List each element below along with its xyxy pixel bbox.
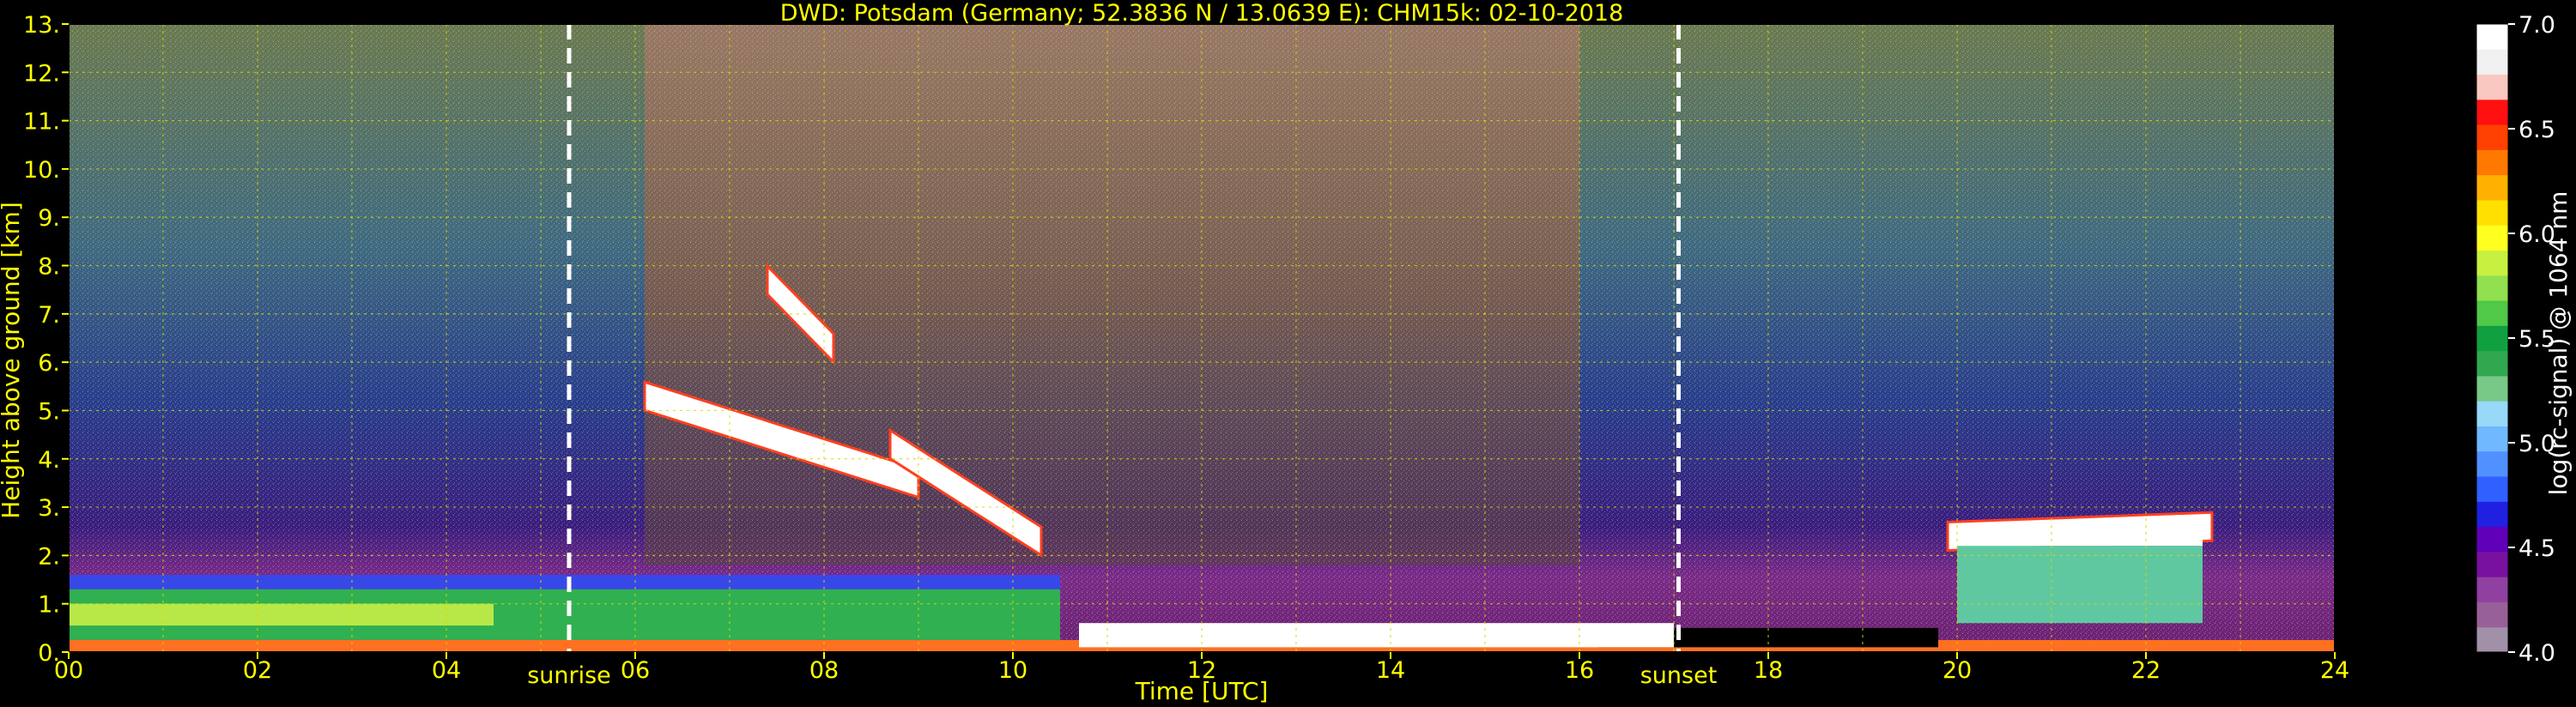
colorbar-segment	[2476, 275, 2508, 301]
boundary-layer-top	[69, 574, 1060, 592]
colorbar-label: log(rc-signal) @ 1064 nm	[2544, 191, 2573, 496]
y-tick-label: 9.	[38, 205, 60, 232]
plot-area	[69, 24, 2335, 652]
colorbar-segment	[2476, 551, 2508, 577]
colorbar-segment	[2476, 626, 2508, 653]
colorbar-segment	[2476, 24, 2508, 50]
x-tick-label: 04	[432, 657, 461, 684]
colorbar-segment	[2476, 149, 2508, 176]
marker-label-sunrise: sunrise	[527, 662, 611, 689]
colorbar-segment	[2476, 476, 2508, 502]
y-tick-label: 2.	[38, 543, 60, 570]
y-axis-label: Height above ground [km]	[0, 202, 25, 519]
colorbar-segment	[2476, 124, 2508, 150]
colorbar-segment	[2476, 401, 2508, 426]
colorbar-segment	[2476, 450, 2508, 477]
colorbar-tick-label: 6.5	[2518, 117, 2555, 143]
marker-label-sunset: sunset	[1640, 662, 1718, 689]
colorbar-segment	[2476, 74, 2508, 100]
y-tick-label: 1.	[38, 592, 60, 619]
x-tick-label: 18	[1754, 657, 1783, 684]
x-tick-label: 20	[1943, 657, 1972, 684]
y-tick-label: 12.	[23, 60, 60, 87]
colorbar-segment	[2476, 426, 2508, 452]
chart-title: DWD: Potsdam (Germany; 52.3836 N / 13.06…	[780, 0, 1624, 27]
colorbar-segment	[2476, 526, 2508, 553]
evening-cloud-top	[1957, 538, 2203, 547]
colorbar-segment	[2476, 174, 2508, 201]
y-tick-label: 7.	[38, 302, 60, 329]
y-tick-label: 4.	[38, 447, 60, 474]
colorbar-segment	[2476, 601, 2508, 628]
low-cloud-deck	[1079, 623, 1674, 648]
x-tick-label: 06	[621, 657, 650, 684]
colorbar-segment	[2476, 225, 2508, 251]
colorbar-segment	[2476, 501, 2508, 528]
x-tick-label: 14	[1376, 657, 1405, 684]
x-tick-label: 10	[998, 657, 1027, 684]
y-tick-label: 3.	[38, 495, 60, 522]
colorbar-segment	[2476, 325, 2508, 352]
colorbar-segment	[2476, 250, 2508, 276]
x-tick-label: 16	[1565, 657, 1594, 684]
y-tick-label: 10.	[23, 157, 60, 184]
colorbar-segment	[2476, 375, 2508, 402]
colorbar-segment	[2476, 199, 2508, 226]
y-tick-label: 11.	[23, 109, 60, 136]
evening-boundary-layer	[1957, 546, 2203, 624]
y-tick-label: 6.	[38, 350, 60, 377]
colorbar-tick-label: 4.0	[2518, 640, 2555, 667]
colorbar-segment	[2476, 350, 2508, 377]
y-tick-label: 8.	[38, 254, 60, 281]
y-tick-label: 0.	[38, 640, 60, 667]
colorbar-tick-label: 4.5	[2518, 535, 2555, 562]
ceilometer-figure: sunrise sunset 00 02 04 06 08 10 12 14 16 18 20 22 24…	[0, 0, 2573, 705]
x-tick-label: 24	[2320, 657, 2349, 684]
y-tick-label: 13.	[23, 12, 60, 39]
colorbar-segment	[2476, 300, 2508, 326]
colorbar-segment	[2476, 99, 2508, 125]
colorbar-segment	[2476, 577, 2508, 602]
colorbar-tick-label: 7.0	[2518, 12, 2555, 39]
x-tick-label: 08	[809, 657, 839, 684]
x-tick-label: 02	[243, 657, 272, 684]
x-tick-label: 22	[2131, 657, 2161, 684]
x-axis-label: Time [UTC]	[1135, 677, 1269, 705]
boundary-layer-core	[69, 603, 494, 626]
y-tick-label: 5.	[38, 398, 60, 425]
colorbar-segment	[2476, 49, 2508, 76]
